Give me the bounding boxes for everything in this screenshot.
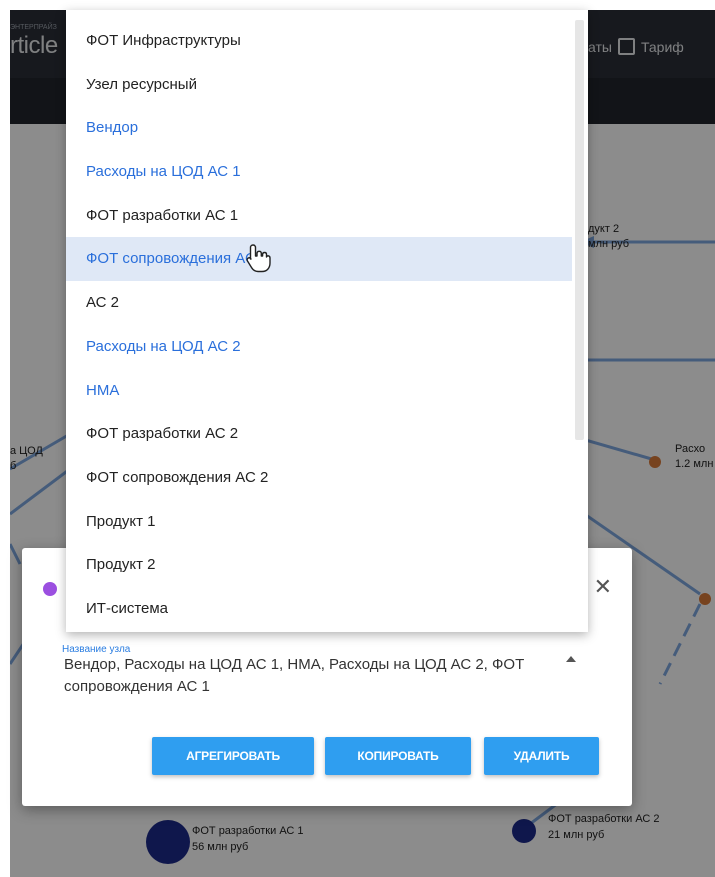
dropdown-option[interactable]: Продукт 2 (66, 543, 572, 587)
copy-button[interactable]: КОПИРОВАТЬ (325, 737, 471, 775)
dropdown-option[interactable]: ФОТ разработки АС 1 (66, 194, 572, 238)
chevron-up-icon[interactable] (566, 656, 576, 662)
dropdown-option[interactable]: Узел ресурсный (66, 63, 572, 107)
dropdown-option[interactable]: ФОТ Инфраструктуры (66, 19, 572, 63)
node-color-dot (43, 582, 57, 596)
dropdown-option[interactable]: НМА (66, 369, 572, 413)
dropdown-option[interactable]: Вендор (66, 106, 572, 150)
close-icon[interactable]: ✕ (594, 576, 612, 598)
dropdown-option[interactable]: Расходы на ЦОД АС 1 (66, 150, 572, 194)
dropdown-option[interactable]: ФОТ сопровождения АС 1 (66, 237, 572, 282)
delete-button[interactable]: УДАЛИТЬ (484, 737, 599, 775)
dropdown-option[interactable]: ФОТ разработки АС 2 (66, 412, 572, 456)
dropdown-option[interactable]: ИТ-система (66, 587, 572, 631)
dropdown-option[interactable]: АС 2 (66, 281, 572, 325)
dropdown-scrollbar[interactable] (575, 20, 584, 440)
node-select-dropdown: ФОТ Инфраструктуры Узел ресурсный Вендор Ра… (66, 10, 588, 632)
dropdown-list: ФОТ Инфраструктуры Узел ресурсный Вендор Ра… (66, 19, 572, 631)
dropdown-option[interactable]: Продукт 1 (66, 500, 572, 544)
dropdown-option[interactable]: ФОТ сопровождения АС 2 (66, 456, 572, 500)
dropdown-scrolltrack[interactable] (575, 440, 584, 624)
node-name-select[interactable]: Вендор, Расходы на ЦОД АС 1, НМА, Расход… (64, 654, 544, 698)
dropdown-option[interactable]: Расходы на ЦОД АС 2 (66, 325, 572, 369)
hand-cursor-icon (246, 244, 271, 273)
aggregate-button[interactable]: АГРЕГИРОВАТЬ (152, 737, 314, 775)
